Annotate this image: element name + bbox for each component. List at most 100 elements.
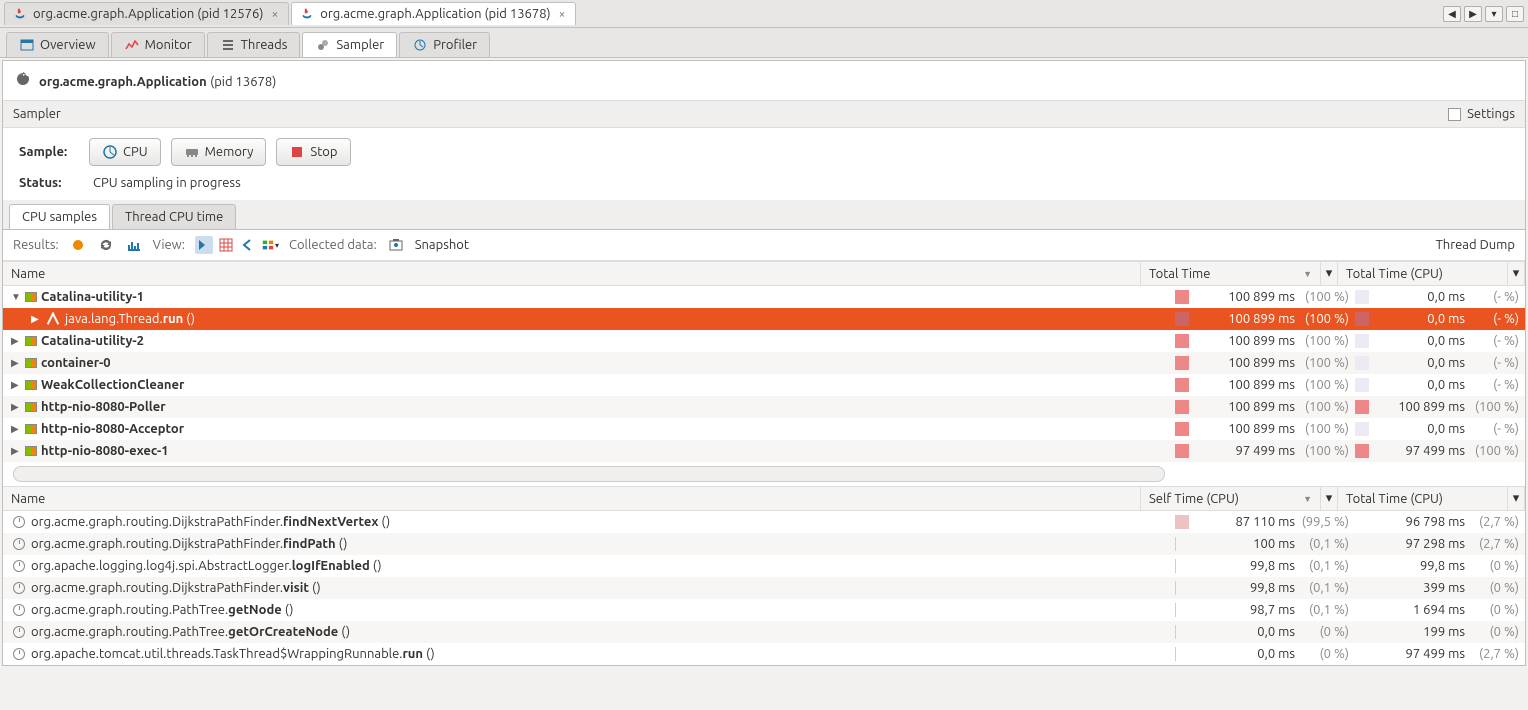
hotspot-row[interactable]: org.acme.graph.routing.DijkstraPathFinde… — [3, 533, 1525, 555]
hot-col-name[interactable]: Name — [3, 487, 1141, 510]
overview-icon — [19, 37, 35, 53]
nav-next-button[interactable]: ▶ — [1464, 6, 1482, 22]
app-tab-0[interactable]: org.acme.graph.Application (pid 12576)× — [4, 2, 289, 25]
snapshot-label[interactable]: Snapshot — [415, 238, 469, 252]
chart-icon[interactable] — [125, 236, 143, 254]
refresh-icon[interactable] — [15, 71, 31, 90]
hotspot-row[interactable]: org.acme.graph.routing.DijkstraPathFinde… — [3, 577, 1525, 599]
hotspot-row[interactable]: org.acme.graph.routing.PathTree.getOrCre… — [3, 621, 1525, 643]
hotspot-row[interactable]: org.acme.graph.routing.DijkstraPathFinde… — [3, 511, 1525, 533]
hotspot-row[interactable]: org.acme.graph.routing.PathTree.getNode … — [3, 599, 1525, 621]
clock-icon — [13, 516, 25, 528]
close-icon[interactable]: × — [557, 8, 568, 21]
col-total-cpu[interactable]: Total Time (CPU) — [1338, 262, 1508, 285]
thread-icon — [25, 358, 37, 368]
expander-icon[interactable]: ▼ — [11, 291, 21, 303]
hot-col-self-menu[interactable]: ▾ — [1321, 487, 1338, 510]
thread-icon — [25, 402, 37, 412]
sample-controls: Sample: CPU Memory Stop — [3, 128, 1525, 176]
cpu-button[interactable]: CPU — [89, 138, 161, 166]
section-header: Sampler Settings — [3, 101, 1525, 128]
col-total-time[interactable]: Total Time▼ — [1141, 262, 1321, 285]
clock-icon — [13, 626, 25, 638]
inner-tab-0[interactable]: CPU samples — [9, 204, 110, 229]
expander-icon[interactable]: ▶ — [11, 335, 21, 347]
sampler-inner-tabs: CPU samplesThread CPU time — [3, 200, 1525, 230]
profiler-icon — [412, 37, 428, 53]
expander-icon[interactable]: ▶ — [31, 313, 41, 325]
main-content: org.acme.graph.Application (pid 13678) S… — [2, 60, 1526, 666]
monitor-icon — [124, 37, 140, 53]
clock-icon — [13, 648, 25, 660]
hot-col-self[interactable]: Self Time (CPU)▼ — [1141, 487, 1321, 510]
section-title: Sampler — [13, 107, 61, 121]
tree-row[interactable]: ▶WeakCollectionCleaner100 899 ms(100 %)0… — [3, 374, 1525, 396]
clock-icon — [13, 582, 25, 594]
refresh-results-icon[interactable] — [97, 236, 115, 254]
nav-prev-button[interactable]: ◀ — [1443, 6, 1461, 22]
close-icon[interactable]: × — [269, 8, 280, 21]
thread-icon — [25, 292, 37, 302]
clock-icon — [13, 560, 25, 572]
maximize-button[interactable]: □ — [1506, 6, 1524, 22]
hot-col-total-menu[interactable]: ▾ — [1508, 487, 1525, 510]
settings-label: Settings — [1467, 107, 1515, 121]
hotspot-row[interactable]: org.apache.tomcat.util.threads.TaskThrea… — [3, 643, 1525, 665]
clock-icon — [13, 604, 25, 616]
memory-button[interactable]: Memory — [171, 138, 267, 166]
app-tab-1[interactable]: org.acme.graph.Application (pid 13678)× — [291, 2, 576, 25]
tab-overview[interactable]: Overview — [6, 32, 109, 57]
hotspot-row[interactable]: org.apache.logging.log4j.spi.AbstractLog… — [3, 555, 1525, 577]
col-total-cpu-menu[interactable]: ▾ — [1508, 262, 1525, 285]
tree-row[interactable]: ▼Catalina-utility-1100 899 ms(100 %)0,0 … — [3, 286, 1525, 308]
expander-icon[interactable]: ▶ — [11, 423, 21, 435]
clock-icon — [13, 538, 25, 550]
col-name[interactable]: Name — [3, 262, 1141, 285]
horizontal-scrollbar[interactable] — [13, 466, 1165, 482]
sampler-icon — [315, 37, 331, 53]
expander-icon[interactable]: ▶ — [11, 445, 21, 457]
thread-dump-button[interactable]: Thread Dump — [1436, 238, 1515, 252]
memory-icon — [184, 144, 200, 160]
thread-icon — [25, 336, 37, 346]
thread-icon — [25, 424, 37, 434]
stop-button[interactable]: Stop — [276, 138, 350, 166]
tree-row[interactable]: ▶http-nio-8080-Poller100 899 ms(100 %)10… — [3, 396, 1525, 418]
tree-row[interactable]: ▶java.lang.Thread.run ()100 899 ms(100 %… — [3, 308, 1525, 330]
thread-tree-table: Name Total Time▼ ▾ Total Time (CPU) ▾ ▼C… — [3, 261, 1525, 462]
dropdown-button[interactable]: ▾ — [1485, 6, 1503, 22]
stop-icon — [289, 144, 305, 160]
record-icon[interactable] — [69, 236, 87, 254]
view-tabs: OverviewMonitorThreadsSamplerProfiler — [0, 28, 1528, 58]
back-call-icon[interactable] — [239, 236, 257, 254]
col-total-time-menu[interactable]: ▾ — [1321, 262, 1338, 285]
tab-monitor[interactable]: Monitor — [111, 32, 205, 57]
snapshot-icon[interactable] — [387, 236, 405, 254]
tree-row[interactable]: ▶container-0100 899 ms(100 %)0,0 ms(- %) — [3, 352, 1525, 374]
threads-icon — [220, 37, 236, 53]
settings-checkbox[interactable] — [1448, 108, 1461, 121]
status-row: Status: CPU sampling in progress — [3, 176, 1525, 200]
tree-view-icon[interactable] — [195, 236, 213, 254]
results-toolbar: Results: View: ▾ Collected data: Snapsho… — [3, 230, 1525, 261]
expander-icon[interactable]: ▶ — [11, 379, 21, 391]
status-value: CPU sampling in progress — [93, 176, 241, 190]
tab-profiler[interactable]: Profiler — [399, 32, 490, 57]
tab-sampler[interactable]: Sampler — [302, 32, 397, 57]
view-label: View: — [153, 238, 185, 252]
tab-threads[interactable]: Threads — [207, 32, 301, 57]
options-icon[interactable]: ▾ — [261, 236, 279, 254]
tree-row[interactable]: ▶Catalina-utility-2100 899 ms(100 %)0,0 … — [3, 330, 1525, 352]
inner-tab-1[interactable]: Thread CPU time — [112, 204, 236, 229]
expander-icon[interactable]: ▶ — [11, 357, 21, 369]
window-controls: ◀ ▶ ▾ □ — [1443, 6, 1524, 22]
tree-row[interactable]: ▶http-nio-8080-Acceptor100 899 ms(100 %)… — [3, 418, 1525, 440]
expander-icon[interactable]: ▶ — [11, 401, 21, 413]
hotspot-table: Name Self Time (CPU)▼ ▾ Total Time (CPU)… — [3, 486, 1525, 665]
hot-col-total[interactable]: Total Time (CPU) — [1338, 487, 1508, 510]
cpu-icon — [102, 144, 118, 160]
status-label: Status: — [19, 176, 79, 190]
collected-label: Collected data: — [289, 238, 377, 252]
table-view-icon[interactable] — [217, 236, 235, 254]
tree-row[interactable]: ▶http-nio-8080-exec-197 499 ms(100 %)97 … — [3, 440, 1525, 462]
